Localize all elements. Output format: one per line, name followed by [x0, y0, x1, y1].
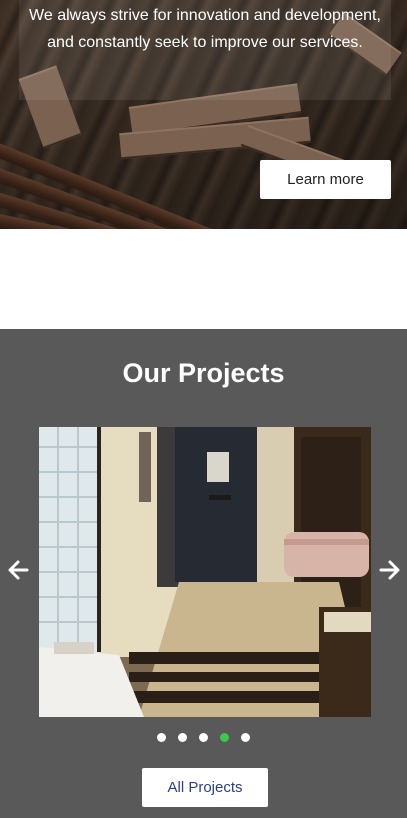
carousel-dot-active[interactable] [220, 733, 229, 742]
projects-section: Our Projects All Projects [0, 329, 407, 818]
carousel-dots [0, 733, 407, 742]
carousel-dot[interactable] [157, 733, 166, 742]
arrow-left-icon[interactable] [7, 559, 29, 581]
arrow-right-icon[interactable] [379, 559, 401, 581]
hero-tagline: We always strive for innovation and deve… [29, 7, 381, 51]
projects-title: Our Projects [122, 358, 285, 388]
carousel-dot[interactable] [178, 733, 187, 742]
hotel-room-photo [39, 427, 371, 717]
carousel-dot[interactable] [199, 733, 208, 742]
all-projects-button[interactable]: All Projects [142, 768, 268, 807]
hero-banner: We always strive for innovation and deve… [0, 0, 407, 229]
learn-more-button[interactable]: Learn more [260, 160, 391, 199]
project-slide-image[interactable] [39, 427, 371, 717]
carousel-dot[interactable] [241, 733, 250, 742]
